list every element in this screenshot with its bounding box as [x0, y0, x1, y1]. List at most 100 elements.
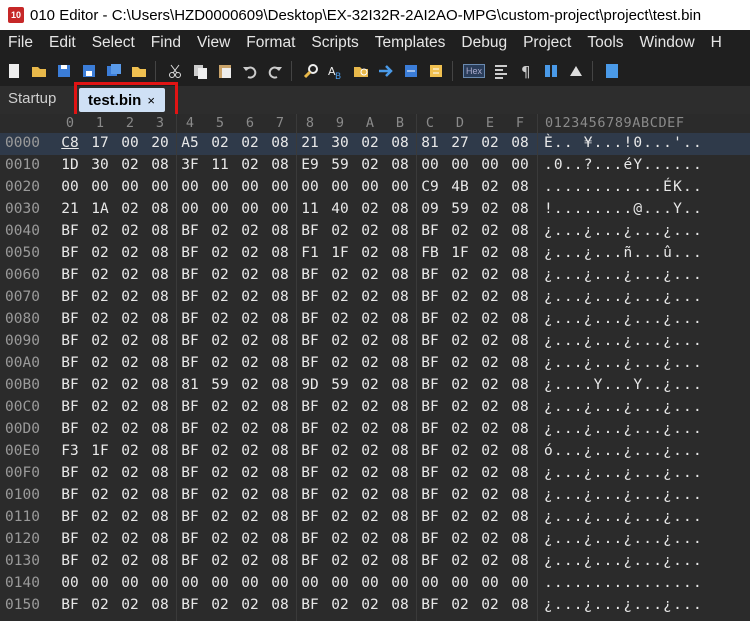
hex-byte[interactable]: BF [299, 399, 321, 415]
hex-byte[interactable]: 02 [479, 377, 501, 393]
hex-byte[interactable]: 00 [179, 575, 201, 591]
hex-byte[interactable]: 00 [269, 201, 291, 217]
hex-byte[interactable]: 02 [239, 333, 261, 349]
hex-byte[interactable]: 02 [449, 355, 471, 371]
ascii-text[interactable]: ¿...¿...¿...¿... [544, 509, 703, 525]
list-icon[interactable] [540, 60, 562, 82]
hex-byte[interactable]: 08 [149, 355, 171, 371]
hex-byte[interactable]: BF [179, 465, 201, 481]
hex-byte[interactable]: 00 [149, 575, 171, 591]
hex-byte[interactable]: BF [419, 421, 441, 437]
hex-byte[interactable]: 02 [479, 135, 501, 151]
hex-byte[interactable]: 02 [359, 399, 381, 415]
hex-byte[interactable]: BF [59, 421, 81, 437]
hex-byte[interactable]: 21 [59, 201, 81, 217]
hex-byte[interactable]: BF [59, 311, 81, 327]
hex-byte[interactable]: 02 [329, 311, 351, 327]
hex-byte[interactable]: 00 [59, 179, 81, 195]
hex-byte[interactable]: 02 [119, 201, 141, 217]
hex-byte[interactable]: 00 [449, 157, 471, 173]
ascii-text[interactable]: ................ [544, 575, 703, 591]
hex-byte[interactable]: 08 [509, 509, 531, 525]
hex-byte[interactable]: 02 [89, 311, 111, 327]
hex-byte[interactable]: 02 [209, 267, 231, 283]
hex-byte[interactable]: 02 [89, 553, 111, 569]
hex-byte[interactable]: 02 [479, 267, 501, 283]
calculator-icon[interactable] [601, 60, 623, 82]
hex-byte[interactable]: 08 [269, 135, 291, 151]
hex-byte[interactable]: 00 [179, 201, 201, 217]
menu-select[interactable]: Select [84, 34, 143, 52]
hex-byte[interactable]: 02 [119, 245, 141, 261]
hex-byte[interactable]: 02 [449, 487, 471, 503]
undo-icon[interactable] [239, 60, 261, 82]
hex-byte[interactable]: BF [59, 597, 81, 613]
ascii-text[interactable]: ¿...¿...¿...¿... [544, 553, 703, 569]
hex-byte[interactable]: 00 [419, 575, 441, 591]
hex-byte[interactable]: 02 [89, 245, 111, 261]
hex-byte[interactable]: 59 [329, 157, 351, 173]
hex-row[interactable]: 0040 BF 02 02 08 BF 02 02 08 BF 02 02 08 BF 02 02 08 ¿...… [0, 221, 750, 243]
hex-byte[interactable]: BF [179, 421, 201, 437]
hex-byte[interactable]: 00 [239, 201, 261, 217]
hex-byte[interactable]: 17 [89, 135, 111, 151]
hex-byte[interactable]: 02 [449, 553, 471, 569]
goto-icon[interactable] [375, 60, 397, 82]
ascii-text[interactable]: ¿...¿...¿...¿... [544, 487, 703, 503]
hex-byte[interactable]: BF [299, 465, 321, 481]
hex-byte[interactable]: 02 [329, 509, 351, 525]
ascii-text[interactable]: ¿...¿...¿...¿... [544, 399, 703, 415]
menu-edit[interactable]: Edit [41, 34, 84, 52]
hex-byte[interactable]: 08 [269, 311, 291, 327]
hex-byte[interactable]: 02 [239, 355, 261, 371]
hex-byte[interactable]: 00 [359, 179, 381, 195]
hex-byte[interactable]: BF [299, 267, 321, 283]
hex-byte[interactable]: 02 [329, 333, 351, 349]
hex-byte[interactable]: 08 [389, 289, 411, 305]
hex-byte[interactable]: 02 [119, 465, 141, 481]
hex-byte[interactable]: 08 [149, 509, 171, 525]
ascii-text[interactable]: ¿...¿...¿...¿... [544, 465, 703, 481]
hex-row[interactable]: 00A0 BF 02 02 08 BF 02 02 08 BF 02 02 08 BF 02 02 08 ¿...… [0, 353, 750, 375]
hex-byte[interactable]: 02 [449, 311, 471, 327]
hex-byte[interactable]: BF [299, 355, 321, 371]
hex-byte[interactable]: 00 [299, 179, 321, 195]
hex-byte[interactable]: 02 [479, 179, 501, 195]
hex-byte[interactable]: 02 [449, 597, 471, 613]
cut-icon[interactable] [164, 60, 186, 82]
hex-byte[interactable]: 02 [329, 223, 351, 239]
hex-byte[interactable]: 00 [479, 575, 501, 591]
hex-byte[interactable]: 02 [449, 377, 471, 393]
ascii-text[interactable]: !........@...Y.. [544, 201, 703, 217]
hex-byte[interactable]: 02 [479, 223, 501, 239]
hex-byte[interactable]: BF [299, 443, 321, 459]
hex-row[interactable]: 00E0 F3 1F 02 08 BF 02 02 08 BF 02 02 08 BF 02 02 08 ó...… [0, 441, 750, 463]
hex-byte[interactable]: 08 [149, 289, 171, 305]
hex-byte[interactable]: BF [59, 531, 81, 547]
hex-row[interactable]: 0060 BF 02 02 08 BF 02 02 08 BF 02 02 08 BF 02 02 08 ¿...… [0, 265, 750, 287]
hex-byte[interactable]: 1F [89, 443, 111, 459]
hex-row[interactable]: 00F0 BF 02 02 08 BF 02 02 08 BF 02 02 08 BF 02 02 08 ¿...… [0, 463, 750, 485]
hex-byte[interactable]: 02 [239, 157, 261, 173]
hex-byte[interactable]: 81 [419, 135, 441, 151]
hex-byte[interactable]: 02 [359, 311, 381, 327]
hex-byte[interactable]: 02 [479, 245, 501, 261]
hex-byte[interactable]: 08 [269, 333, 291, 349]
hex-byte[interactable]: 59 [209, 377, 231, 393]
hex-byte[interactable]: 02 [209, 509, 231, 525]
hex-byte[interactable]: 02 [239, 509, 261, 525]
tab-test-bin[interactable]: test.bin × [79, 88, 165, 112]
hex-byte[interactable]: BF [299, 597, 321, 613]
hex-byte[interactable]: 02 [449, 223, 471, 239]
hex-byte[interactable]: BF [419, 443, 441, 459]
hex-byte[interactable]: 08 [389, 531, 411, 547]
save-as-icon[interactable] [78, 60, 100, 82]
hex-byte[interactable]: 02 [209, 465, 231, 481]
hex-byte[interactable]: BF [179, 223, 201, 239]
hex-byte[interactable]: 00 [359, 575, 381, 591]
hex-row[interactable]: 0080 BF 02 02 08 BF 02 02 08 BF 02 02 08 BF 02 02 08 ¿...… [0, 309, 750, 331]
hex-byte[interactable]: 02 [239, 421, 261, 437]
hex-byte[interactable]: 02 [89, 531, 111, 547]
hex-byte[interactable]: 08 [509, 267, 531, 283]
hex-byte[interactable]: 08 [269, 377, 291, 393]
